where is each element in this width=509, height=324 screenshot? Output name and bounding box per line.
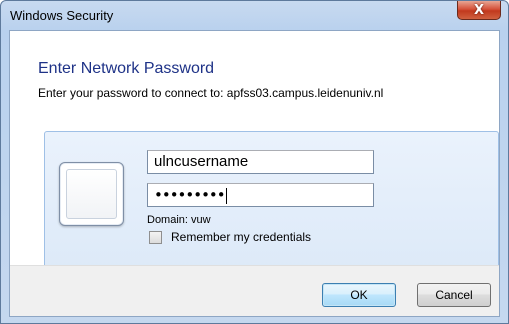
ok-button[interactable]: OK bbox=[322, 283, 396, 307]
remember-credentials-option[interactable]: Remember my credentials bbox=[149, 230, 311, 244]
domain-label: Domain: vuw bbox=[147, 214, 211, 226]
dialog-heading: Enter Network Password bbox=[38, 60, 215, 77]
cancel-button[interactable]: Cancel bbox=[417, 283, 491, 307]
window-title: Windows Security bbox=[10, 8, 114, 23]
text-caret bbox=[225, 187, 227, 204]
password-field[interactable]: ••••••••• bbox=[147, 183, 374, 207]
close-button[interactable]: X bbox=[457, 1, 501, 20]
credential-panel[interactable]: ulncusername ••••••••• Domain: vuw Remem… bbox=[44, 131, 499, 279]
windows-security-dialog: Windows Security X Enter Network Passwor… bbox=[0, 0, 509, 324]
remember-checkbox[interactable] bbox=[149, 230, 162, 244]
password-mask: ••••••••• bbox=[154, 186, 226, 204]
close-icon: X bbox=[473, 2, 485, 18]
remember-label[interactable]: Remember my credentials bbox=[171, 230, 311, 244]
user-tile-icon bbox=[59, 162, 124, 226]
button-bar: OK Cancel bbox=[10, 265, 499, 316]
username-field[interactable]: ulncusername bbox=[147, 150, 374, 174]
user-tile-frame bbox=[66, 169, 117, 219]
dialog-subheading: Enter your password to connect to: apfss… bbox=[38, 86, 384, 100]
dialog-body: Enter Network Password Enter your passwo… bbox=[9, 30, 500, 317]
title-bar[interactable]: Windows Security X bbox=[1, 1, 508, 30]
